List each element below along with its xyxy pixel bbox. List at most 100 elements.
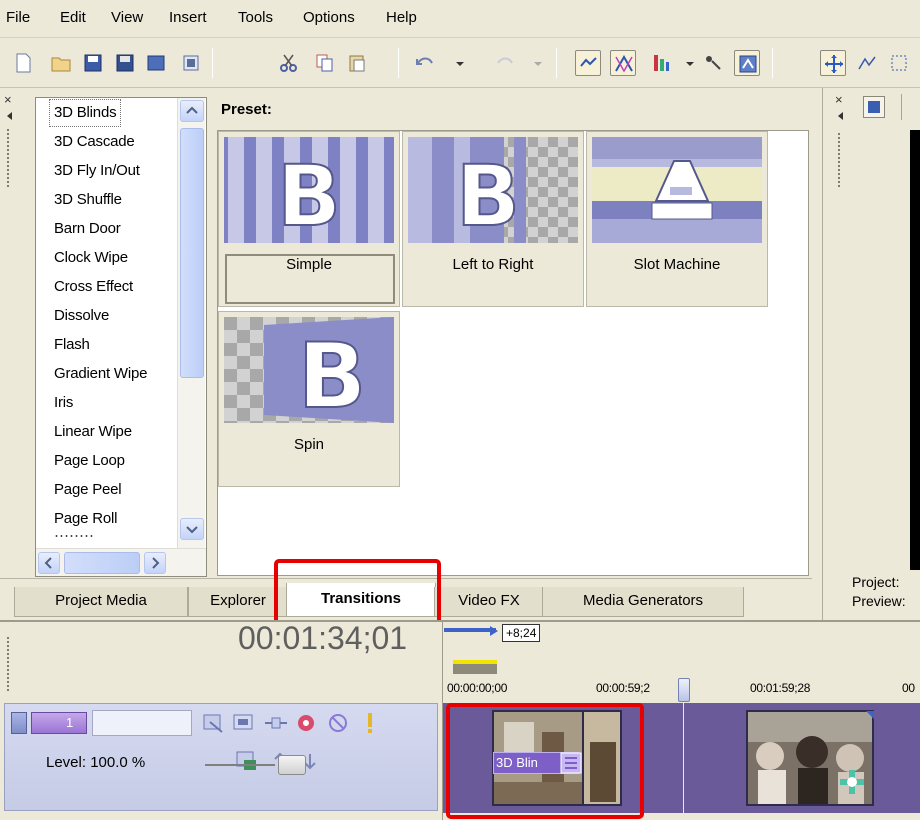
solo-button[interactable] xyxy=(357,710,383,740)
properties-icon xyxy=(183,55,199,71)
preset-grid: B Simple B Left to Right Slot Machine B … xyxy=(217,130,809,576)
transition-item[interactable]: Dissolve xyxy=(54,303,109,329)
dock-grip[interactable] xyxy=(837,132,841,188)
paste-button[interactable] xyxy=(344,50,370,76)
lock-envelopes-button[interactable] xyxy=(700,50,726,76)
compositing-mode-button[interactable] xyxy=(263,710,289,740)
event-fx-icon[interactable] xyxy=(838,768,866,800)
preset-tile-simple[interactable]: B Simple xyxy=(218,131,400,307)
transition-item[interactable]: Iris xyxy=(54,390,73,416)
scroll-right-button[interactable] xyxy=(144,552,166,574)
slot-machine-thumbnail-image xyxy=(592,137,762,243)
menu-edit[interactable]: Edit xyxy=(60,9,86,26)
menu-options[interactable]: Options xyxy=(303,9,355,26)
close-icon[interactable]: × xyxy=(4,92,12,107)
transition-item[interactable]: 3D Blinds xyxy=(48,99,122,127)
ignore-grouping-button[interactable] xyxy=(734,50,760,76)
collapse-track-icon[interactable] xyxy=(11,712,27,734)
close-icon[interactable]: × xyxy=(835,92,843,107)
paste-icon xyxy=(349,55,365,72)
dock-grip[interactable] xyxy=(6,636,10,692)
spin-thumbnail-image: B xyxy=(224,317,394,423)
transition-item[interactable]: Page Peel xyxy=(54,477,122,503)
transition-item[interactable]: Barn Door xyxy=(54,216,121,242)
scissors-icon xyxy=(280,54,297,72)
save-as-button[interactable] xyxy=(112,50,138,76)
transition-item[interactable]: 3D Shuffle xyxy=(54,187,122,213)
preset-caption: Left to Right xyxy=(452,256,534,273)
scroll-thumb[interactable] xyxy=(64,552,140,574)
playhead-handle[interactable] xyxy=(678,678,690,702)
marker-region[interactable] xyxy=(453,660,497,674)
tab-project-media[interactable]: Project Media xyxy=(14,587,188,617)
transition-clip-highlight xyxy=(446,703,644,819)
tab-media-generators[interactable]: Media Generators xyxy=(542,587,744,617)
properties-button[interactable] xyxy=(178,50,204,76)
undo-button[interactable] xyxy=(412,50,438,76)
video-preview-panel: × xyxy=(822,88,920,620)
selection-edit-tool-button[interactable] xyxy=(886,50,912,76)
preview-properties-button[interactable] xyxy=(863,96,885,118)
transition-item[interactable]: Gradient Wipe xyxy=(54,361,147,387)
scroll-down-button[interactable] xyxy=(180,518,204,540)
transition-item[interactable]: 3D Fly In/Out xyxy=(54,158,140,184)
svg-text:B: B xyxy=(277,147,341,243)
tab-explorer[interactable]: Explorer xyxy=(188,587,288,617)
auto-ripple-button[interactable] xyxy=(648,50,674,76)
level-slider-thumb[interactable] xyxy=(278,755,306,775)
preset-thumbnail: B xyxy=(224,137,394,243)
transition-item[interactable]: Page Loop xyxy=(54,448,125,474)
new-project-button[interactable] xyxy=(10,50,36,76)
scroll-left-button[interactable] xyxy=(38,552,60,574)
scroll-up-button[interactable] xyxy=(180,100,204,122)
transition-item[interactable]: Linear Wipe xyxy=(54,419,132,445)
transition-item[interactable]: Flash xyxy=(54,332,90,358)
scroll-thumb[interactable] xyxy=(180,128,204,378)
envelope-edit-tool-button[interactable] xyxy=(854,50,880,76)
track-motion-button[interactable] xyxy=(201,710,227,740)
preset-thumbnail: B xyxy=(408,137,578,243)
enable-snapping-button[interactable] xyxy=(575,50,601,76)
mute-icon xyxy=(329,714,347,732)
track-effects-button[interactable] xyxy=(293,710,319,740)
save-button[interactable] xyxy=(80,50,106,76)
render-button[interactable] xyxy=(143,50,169,76)
menu-file[interactable]: File xyxy=(6,9,30,26)
transition-list-hscrollbar[interactable] xyxy=(36,548,206,576)
chevron-left-icon xyxy=(44,557,52,569)
level-slider-track[interactable] xyxy=(205,764,275,766)
chevron-right-icon xyxy=(152,557,160,569)
redo-dropdown[interactable] xyxy=(530,50,544,76)
transition-list-vscrollbar[interactable] xyxy=(177,98,205,558)
preset-tile-left-to-right[interactable]: B Left to Right xyxy=(402,131,584,307)
gear-icon xyxy=(298,715,314,731)
transition-item[interactable]: 3D Cascade xyxy=(54,129,135,155)
track-name-field[interactable] xyxy=(92,710,192,736)
undo-dropdown[interactable] xyxy=(452,50,466,76)
menu-insert[interactable]: Insert xyxy=(169,9,207,26)
ripple-dropdown[interactable] xyxy=(682,50,696,76)
mute-button[interactable] xyxy=(325,710,351,740)
lock-icon xyxy=(236,751,256,770)
transition-item[interactable]: Cross Effect xyxy=(54,274,133,300)
rate-indicator: +8;24 xyxy=(502,624,541,642)
open-button[interactable] xyxy=(48,50,74,76)
copy-button[interactable] xyxy=(312,50,338,76)
preset-tile-spin[interactable]: B Spin xyxy=(218,311,400,487)
tab-video-fx[interactable]: Video FX xyxy=(434,587,544,617)
preset-tile-slot-machine[interactable]: Slot Machine xyxy=(586,131,768,307)
track-fx-button[interactable] xyxy=(231,710,257,740)
auto-crossfade-button[interactable] xyxy=(610,50,636,76)
menu-help[interactable]: Help xyxy=(386,9,417,26)
cut-button[interactable] xyxy=(276,50,302,76)
normal-edit-tool-button[interactable] xyxy=(820,50,846,76)
menu-view[interactable]: View xyxy=(111,9,143,26)
transition-item[interactable]: Clock Wipe xyxy=(54,245,128,271)
dock-arrow-icon[interactable] xyxy=(6,108,14,125)
transition-item[interactable]: Page Roll xyxy=(54,506,117,532)
menu-tools[interactable]: Tools xyxy=(238,9,273,26)
dock-grip[interactable] xyxy=(6,128,10,188)
redo-button[interactable] xyxy=(492,50,518,76)
lock-track-button[interactable] xyxy=(233,748,259,778)
dock-arrow-icon[interactable] xyxy=(837,108,845,125)
